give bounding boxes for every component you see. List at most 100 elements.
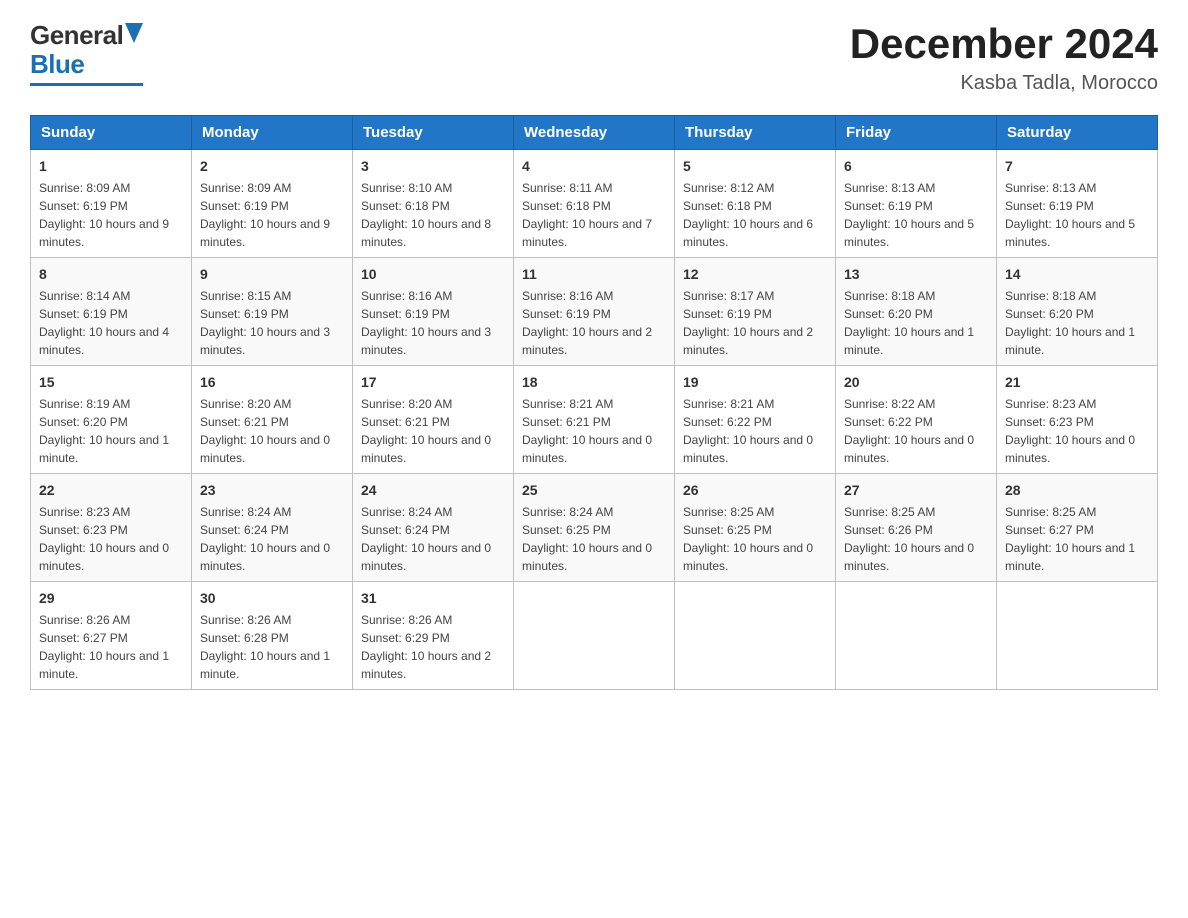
day-number: 19 — [683, 372, 827, 393]
logo: General Blue — [30, 20, 143, 86]
day-number: 3 — [361, 156, 505, 177]
day-number: 29 — [39, 588, 183, 609]
calendar-cell: 22 Sunrise: 8:23 AMSunset: 6:23 PMDayligh… — [31, 474, 192, 582]
day-number: 6 — [844, 156, 988, 177]
day-info: Sunrise: 8:26 AMSunset: 6:29 PMDaylight:… — [361, 613, 491, 681]
day-number: 25 — [522, 480, 666, 501]
calendar-week-5: 29Sunrise: 8:26 AMSunset: 6:27 PMDayligh… — [31, 582, 1158, 690]
calendar-cell: 24Sunrise: 8:24 AMSunset: 6:24 PMDayligh… — [353, 474, 514, 582]
day-number: 22 — [39, 480, 183, 501]
day-info: Sunrise: 8:26 AMSunset: 6:28 PMDaylight:… — [200, 613, 330, 681]
logo-underline — [30, 83, 143, 86]
calendar-cell: 6Sunrise: 8:13 AMSunset: 6:19 PMDaylight… — [836, 150, 997, 258]
day-info: Sunrise: 8:15 AMSunset: 6:19 PMDaylight:… — [200, 289, 330, 357]
day-info: Sunrise: 8:23 AMSunset: 6:23 PMDaylight:… — [39, 505, 169, 573]
day-header-sunday: Sunday — [31, 116, 192, 150]
calendar-cell: 15 Sunrise: 8:19 AMSunset: 6:20 PMDayligh… — [31, 366, 192, 474]
calendar-week-1: 1 Sunrise: 8:09 AMSunset: 6:19 PMDaylight… — [31, 150, 1158, 258]
day-info: Sunrise: 8:25 AMSunset: 6:25 PMDaylight:… — [683, 505, 813, 573]
calendar-cell: 12 Sunrise: 8:17 AMSunset: 6:19 PMDayligh… — [675, 258, 836, 366]
day-number: 24 — [361, 480, 505, 501]
day-info: Sunrise: 8:20 AMSunset: 6:21 PMDaylight:… — [361, 397, 491, 465]
day-number: 13 — [844, 264, 988, 285]
day-header-wednesday: Wednesday — [514, 116, 675, 150]
day-info: Sunrise: 8:22 AMSunset: 6:22 PMDaylight:… — [844, 397, 974, 465]
calendar-week-4: 22 Sunrise: 8:23 AMSunset: 6:23 PMDayligh… — [31, 474, 1158, 582]
day-number: 12 — [683, 264, 827, 285]
day-number: 14 — [1005, 264, 1149, 285]
title-section: December 2024 Kasba Tadla, Morocco — [850, 20, 1158, 95]
calendar-cell — [514, 582, 675, 690]
calendar-cell: 8 Sunrise: 8:14 AMSunset: 6:19 PMDaylight… — [31, 258, 192, 366]
day-number: 5 — [683, 156, 827, 177]
day-number: 26 — [683, 480, 827, 501]
month-title: December 2024 — [850, 20, 1158, 68]
day-number: 28 — [1005, 480, 1149, 501]
day-info: Sunrise: 8:19 AMSunset: 6:20 PMDaylight:… — [39, 397, 169, 465]
calendar-cell: 20Sunrise: 8:22 AMSunset: 6:22 PMDayligh… — [836, 366, 997, 474]
calendar-cell: 16 Sunrise: 8:20 AMSunset: 6:21 PMDayligh… — [192, 366, 353, 474]
day-info: Sunrise: 8:21 AMSunset: 6:21 PMDaylight:… — [522, 397, 652, 465]
day-info: Sunrise: 8:18 AMSunset: 6:20 PMDaylight:… — [1005, 289, 1135, 357]
day-number: 23 — [200, 480, 344, 501]
day-info: Sunrise: 8:25 AMSunset: 6:27 PMDaylight:… — [1005, 505, 1135, 573]
calendar-cell — [997, 582, 1158, 690]
day-info: Sunrise: 8:13 AMSunset: 6:19 PMDaylight:… — [1005, 181, 1135, 249]
day-info: Sunrise: 8:12 AMSunset: 6:18 PMDaylight:… — [683, 181, 813, 249]
day-info: Sunrise: 8:18 AMSunset: 6:20 PMDaylight:… — [844, 289, 974, 357]
day-info: Sunrise: 8:10 AMSunset: 6:18 PMDaylight:… — [361, 181, 491, 249]
calendar-cell — [675, 582, 836, 690]
day-number: 27 — [844, 480, 988, 501]
day-info: Sunrise: 8:17 AMSunset: 6:19 PMDaylight:… — [683, 289, 813, 357]
calendar-week-3: 15 Sunrise: 8:19 AMSunset: 6:20 PMDayligh… — [31, 366, 1158, 474]
page-header: General Blue December 2024 Kasba Tadla, … — [30, 20, 1158, 95]
day-number: 10 — [361, 264, 505, 285]
calendar-cell: 21 Sunrise: 8:23 AMSunset: 6:23 PMDayligh… — [997, 366, 1158, 474]
calendar-cell: 31 Sunrise: 8:26 AMSunset: 6:29 PMDayligh… — [353, 582, 514, 690]
calendar-cell: 9 Sunrise: 8:15 AMSunset: 6:19 PMDaylight… — [192, 258, 353, 366]
day-number: 8 — [39, 264, 183, 285]
calendar-cell: 10 Sunrise: 8:16 AMSunset: 6:19 PMDayligh… — [353, 258, 514, 366]
day-number: 16 — [200, 372, 344, 393]
calendar-cell: 23 Sunrise: 8:24 AMSunset: 6:24 PMDayligh… — [192, 474, 353, 582]
calendar-cell: 29Sunrise: 8:26 AMSunset: 6:27 PMDayligh… — [31, 582, 192, 690]
location: Kasba Tadla, Morocco — [850, 72, 1158, 95]
day-number: 21 — [1005, 372, 1149, 393]
day-info: Sunrise: 8:21 AMSunset: 6:22 PMDaylight:… — [683, 397, 813, 465]
day-info: Sunrise: 8:23 AMSunset: 6:23 PMDaylight:… — [1005, 397, 1135, 465]
calendar-cell: 4Sunrise: 8:11 AMSunset: 6:18 PMDaylight… — [514, 150, 675, 258]
calendar-cell: 11 Sunrise: 8:16 AMSunset: 6:19 PMDayligh… — [514, 258, 675, 366]
day-number: 11 — [522, 264, 666, 285]
day-info: Sunrise: 8:16 AMSunset: 6:19 PMDaylight:… — [522, 289, 652, 357]
day-number: 9 — [200, 264, 344, 285]
calendar-week-2: 8 Sunrise: 8:14 AMSunset: 6:19 PMDaylight… — [31, 258, 1158, 366]
calendar-table: SundayMondayTuesdayWednesdayThursdayFrid… — [30, 115, 1158, 690]
day-info: Sunrise: 8:20 AMSunset: 6:21 PMDaylight:… — [200, 397, 330, 465]
calendar-cell: 26 Sunrise: 8:25 AMSunset: 6:25 PMDayligh… — [675, 474, 836, 582]
day-info: Sunrise: 8:14 AMSunset: 6:19 PMDaylight:… — [39, 289, 169, 357]
calendar-cell: 28 Sunrise: 8:25 AMSunset: 6:27 PMDayligh… — [997, 474, 1158, 582]
day-info: Sunrise: 8:24 AMSunset: 6:24 PMDaylight:… — [200, 505, 330, 573]
day-number: 15 — [39, 372, 183, 393]
calendar-cell: 3 Sunrise: 8:10 AMSunset: 6:18 PMDaylight… — [353, 150, 514, 258]
calendar-cell: 1 Sunrise: 8:09 AMSunset: 6:19 PMDaylight… — [31, 150, 192, 258]
day-number: 18 — [522, 372, 666, 393]
calendar-cell: 13 Sunrise: 8:18 AMSunset: 6:20 PMDayligh… — [836, 258, 997, 366]
day-number: 7 — [1005, 156, 1149, 177]
calendar-cell — [836, 582, 997, 690]
day-number: 1 — [39, 156, 183, 177]
day-info: Sunrise: 8:09 AMSunset: 6:19 PMDaylight:… — [39, 181, 169, 249]
day-info: Sunrise: 8:09 AMSunset: 6:19 PMDaylight:… — [200, 181, 330, 249]
day-number: 31 — [361, 588, 505, 609]
day-info: Sunrise: 8:25 AMSunset: 6:26 PMDaylight:… — [844, 505, 974, 573]
day-info: Sunrise: 8:24 AMSunset: 6:25 PMDaylight:… — [522, 505, 652, 573]
logo-general: General — [30, 20, 123, 51]
day-header-tuesday: Tuesday — [353, 116, 514, 150]
day-number: 2 — [200, 156, 344, 177]
logo-arrow-icon — [125, 23, 143, 43]
calendar-cell: 2 Sunrise: 8:09 AMSunset: 6:19 PMDaylight… — [192, 150, 353, 258]
calendar-cell: 30 Sunrise: 8:26 AMSunset: 6:28 PMDayligh… — [192, 582, 353, 690]
calendar-cell: 14 Sunrise: 8:18 AMSunset: 6:20 PMDayligh… — [997, 258, 1158, 366]
day-number: 30 — [200, 588, 344, 609]
day-info: Sunrise: 8:16 AMSunset: 6:19 PMDaylight:… — [361, 289, 491, 357]
